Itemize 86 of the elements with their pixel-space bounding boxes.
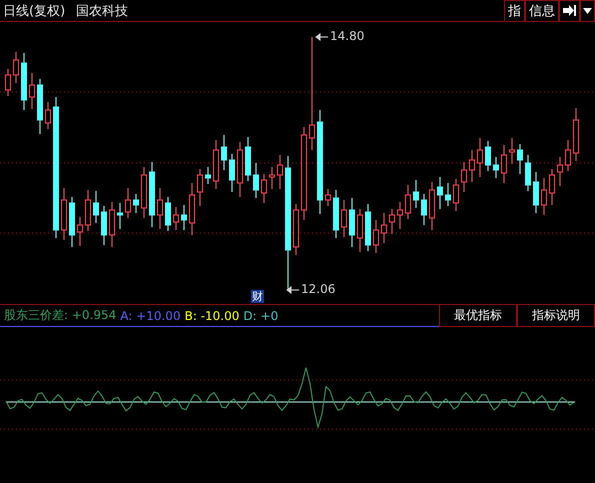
candlestick [277, 154, 283, 190]
candlestick [357, 208, 363, 252]
candlestick [101, 206, 107, 246]
candlestick [197, 168, 203, 206]
candlestick [221, 134, 227, 170]
candlestick [525, 154, 531, 192]
indicator-reading: D: +0 [243, 308, 278, 322]
candlestick [61, 188, 67, 240]
event-marker[interactable]: 财 [251, 290, 264, 303]
candlestick [549, 168, 555, 206]
candlestick [365, 204, 371, 252]
candlestick [181, 204, 187, 230]
candlestick [77, 216, 83, 246]
candlestick [13, 52, 19, 84]
candlestick [349, 198, 355, 248]
candlestick [477, 138, 483, 178]
candlestick [229, 154, 235, 192]
candlestick [405, 184, 411, 220]
candlestick [245, 136, 251, 182]
period-label: 日线(复权) [3, 2, 66, 20]
toolbar-button[interactable]: 指 [504, 0, 525, 22]
candlestick [133, 194, 139, 214]
candlestick [85, 190, 91, 232]
indicator-button[interactable]: 指标说明 [517, 304, 595, 326]
candlestick [253, 162, 259, 198]
candlestick [381, 212, 387, 244]
candlestick [109, 202, 115, 248]
candlestick [269, 166, 275, 190]
candlestick [165, 196, 171, 232]
collapse-button[interactable] [559, 0, 580, 22]
candlestick [205, 166, 211, 184]
candlestick [213, 140, 219, 190]
candlestick [29, 72, 35, 110]
candlestick [421, 194, 427, 226]
candlestick [501, 144, 507, 184]
candlestick [509, 138, 515, 164]
candlestick [69, 196, 75, 248]
indicator-reading: A: +10.00 [120, 308, 181, 322]
candlestick [141, 166, 147, 218]
low-arrow-icon [286, 286, 300, 294]
candlestick [429, 182, 435, 230]
candlestick [413, 180, 419, 208]
stock-name: 国农科技 [76, 2, 128, 20]
candlestick [493, 156, 499, 178]
candlestick [93, 190, 99, 224]
indicator-reading: 股东三价差: +0.954 [4, 307, 116, 324]
dropdown-button[interactable] [580, 0, 595, 22]
candlestick [573, 108, 579, 162]
candlestick [5, 68, 11, 96]
candlestick [565, 140, 571, 172]
low-price-label: 12.06 [301, 282, 336, 296]
candlestick [45, 102, 51, 130]
candlestick [461, 162, 467, 192]
candlestick [373, 220, 379, 254]
candlestick [557, 156, 563, 186]
candlestick [437, 176, 443, 210]
candlestick [469, 150, 475, 182]
indicator-reading: B: -10.00 [184, 308, 240, 322]
candlestick [293, 204, 299, 256]
candlestick [333, 190, 339, 238]
candlestick [453, 178, 459, 212]
high-price-label: 14.80 [330, 29, 364, 43]
candlestick [445, 182, 451, 206]
candlestick [21, 52, 27, 110]
candlestick [149, 162, 155, 228]
candlestick [541, 178, 547, 216]
arrow-to-bar-icon [562, 4, 577, 17]
candlestick [117, 202, 123, 230]
toolbar-button[interactable]: 信息 [525, 0, 559, 22]
high-arrow-icon [316, 33, 328, 40]
candlestick [389, 208, 395, 234]
candlestick [125, 188, 131, 218]
caret-icon [583, 8, 592, 14]
candlestick [341, 200, 347, 238]
candlestick [157, 188, 163, 230]
candlestick [237, 142, 243, 198]
indicator-button[interactable]: 最优指标 [439, 304, 517, 326]
candlestick [37, 78, 43, 134]
candlestick [485, 140, 491, 172]
candlestick [189, 182, 195, 236]
candlestick [517, 144, 523, 174]
candlestick [533, 172, 539, 214]
candlestick [261, 174, 267, 204]
candlestick [325, 188, 331, 206]
candlestick [173, 206, 179, 230]
candlestick [397, 202, 403, 230]
